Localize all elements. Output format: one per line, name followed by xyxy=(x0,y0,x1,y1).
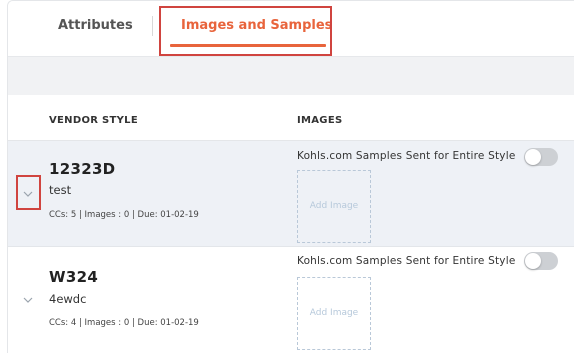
content-panel: Attributes Images and Samples VENDOR STY… xyxy=(7,0,574,353)
toggle-knob xyxy=(525,253,541,269)
table-row: W324 4ewdc CCs: 4 | Images : 0 | Due: 01… xyxy=(8,248,574,353)
style-meta: CCs: 5 | Images : 0 | Due: 01-02-19 xyxy=(49,210,199,220)
highlight-box-tab xyxy=(159,6,332,56)
vendor-style-id: 12323D xyxy=(49,160,116,178)
header-images: IMAGES xyxy=(297,115,343,126)
samples-sent-label: Kohls.com Samples Sent for Entire Style xyxy=(297,150,516,162)
toggle-knob xyxy=(525,149,541,165)
table-row: 12323D test CCs: 5 | Images : 0 | Due: 0… xyxy=(8,141,574,247)
table-header: VENDOR STYLE IMAGES xyxy=(8,95,574,141)
header-vendor-style: VENDOR STYLE xyxy=(49,115,138,126)
chevron-down-icon[interactable] xyxy=(21,293,35,307)
samples-sent-toggle[interactable] xyxy=(524,252,558,270)
add-image-button[interactable]: Add Image xyxy=(297,170,371,243)
add-image-button[interactable]: Add Image xyxy=(297,277,371,350)
style-description: 4ewdc xyxy=(49,292,87,306)
vendor-style-id: W324 xyxy=(49,268,99,286)
style-description: test xyxy=(49,183,72,197)
filter-band xyxy=(8,56,574,95)
add-image-label: Add Image xyxy=(309,201,359,211)
highlight-box-expand xyxy=(16,175,41,210)
style-meta: CCs: 4 | Images : 0 | Due: 01-02-19 xyxy=(49,318,199,328)
tab-divider xyxy=(152,16,153,36)
samples-sent-label: Kohls.com Samples Sent for Entire Style xyxy=(297,255,516,267)
add-image-label: Add Image xyxy=(309,308,359,318)
samples-sent-toggle[interactable] xyxy=(524,148,558,166)
tab-attributes[interactable]: Attributes xyxy=(58,18,133,33)
